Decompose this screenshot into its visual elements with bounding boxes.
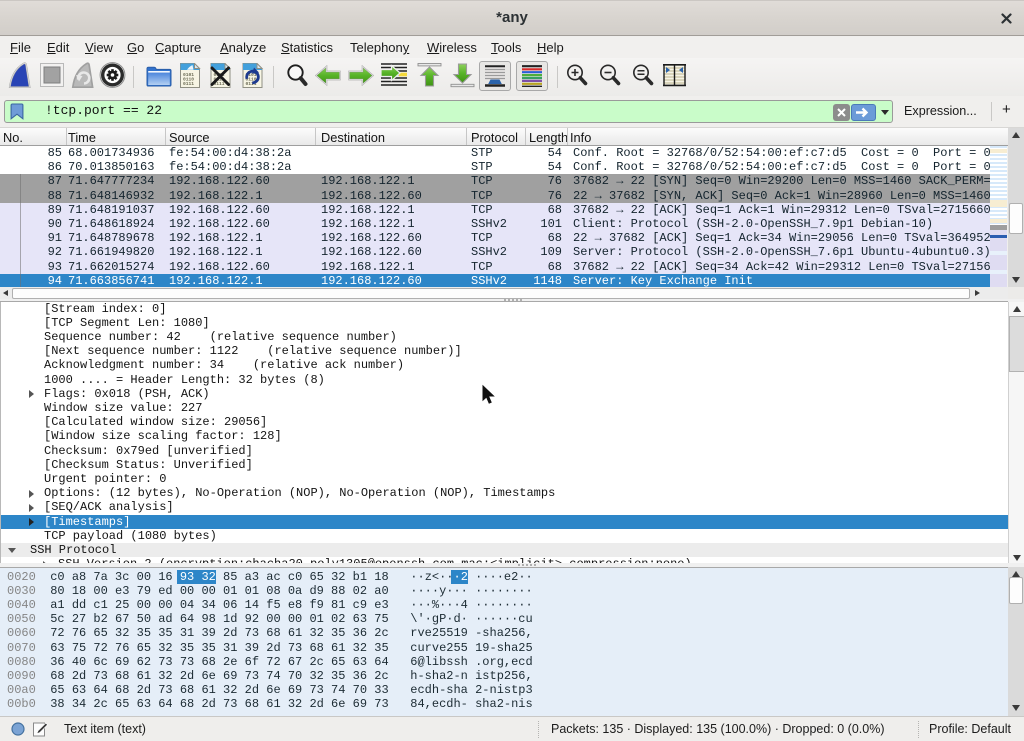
svg-text:0111: 0111 [183, 81, 194, 87]
